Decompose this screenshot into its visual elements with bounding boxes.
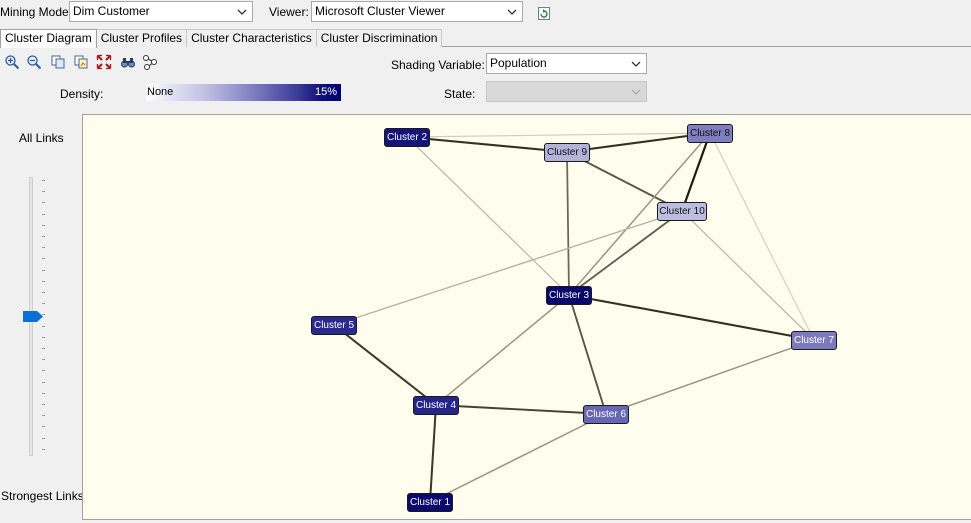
cluster-link-c3-c6[interactable] xyxy=(568,294,607,415)
cluster-link-c8-c10[interactable] xyxy=(680,132,712,212)
find-node-icon[interactable] xyxy=(120,54,136,70)
slider-tick xyxy=(42,303,45,305)
cluster-links xyxy=(333,131,815,503)
density-legend-bar: None 15% xyxy=(146,84,341,101)
slider-tick xyxy=(42,180,45,181)
slider-tick xyxy=(42,348,45,349)
density-label: Density: xyxy=(60,87,104,101)
slider-tick xyxy=(42,280,45,282)
mining-model-value: Dim Customer xyxy=(73,4,150,18)
state-select[interactable] xyxy=(486,81,647,102)
cluster-node-c2[interactable]: Cluster 2 xyxy=(384,128,430,147)
cluster-link-c3-c4[interactable] xyxy=(435,294,570,406)
cluster-node-c4[interactable]: Cluster 4 xyxy=(413,396,459,415)
zoom-out-icon[interactable] xyxy=(26,54,42,70)
viewer-label: Viewer: xyxy=(269,5,309,19)
zoom-in-icon[interactable] xyxy=(4,54,20,70)
slider-tick xyxy=(42,258,45,260)
slider-tick xyxy=(42,236,45,237)
cluster-link-c10-c3[interactable] xyxy=(568,210,683,296)
cluster-node-c3[interactable]: Cluster 3 xyxy=(546,286,592,305)
slider-tick xyxy=(42,404,45,405)
slider-tick xyxy=(42,202,45,204)
cluster-node-c9[interactable]: Cluster 9 xyxy=(544,143,590,162)
density-min-label: None xyxy=(147,86,174,98)
tab-cluster-discrimination[interactable]: Cluster Discrimination xyxy=(315,29,443,47)
tab-cluster-diagram[interactable]: Cluster Diagram xyxy=(0,29,97,48)
slider-tick xyxy=(42,359,45,361)
shading-variable-value: Population xyxy=(490,56,547,70)
mining-model-select[interactable]: Dim Customer xyxy=(69,1,253,22)
cluster-link-c4-c6[interactable] xyxy=(435,404,607,415)
cluster-node-c6[interactable]: Cluster 6 xyxy=(583,405,629,424)
slider-tick xyxy=(42,224,45,226)
chevron-down-icon xyxy=(506,2,518,21)
shading-variable-select[interactable]: Population xyxy=(486,53,647,74)
cluster-link-c6-c1[interactable] xyxy=(429,413,607,503)
chevron-down-icon xyxy=(630,54,642,73)
slider-tick xyxy=(42,213,45,215)
viewer-value: Microsoft Cluster Viewer xyxy=(315,4,445,18)
fit-to-window-icon[interactable] xyxy=(96,54,112,70)
chevron-down-icon xyxy=(236,2,248,21)
cluster-link-c10-c7[interactable] xyxy=(681,210,815,341)
layout-icon[interactable] xyxy=(142,54,158,70)
copy-icon[interactable] xyxy=(50,54,66,70)
viewer-select[interactable]: Microsoft Cluster Viewer xyxy=(311,1,523,22)
cluster-node-c8[interactable]: Cluster 8 xyxy=(687,124,733,143)
refresh-icon[interactable] xyxy=(536,5,552,21)
cluster-link-c6-c7[interactable] xyxy=(605,339,815,415)
slider-tick xyxy=(42,314,45,316)
copy-graph-icon[interactable] xyxy=(73,54,89,70)
cluster-link-c4-c1[interactable] xyxy=(428,404,438,503)
cluster-link-c10-c5[interactable] xyxy=(333,210,683,326)
slider-tick xyxy=(42,426,45,428)
slider-tick xyxy=(42,336,45,338)
chevron-down-icon xyxy=(630,82,642,101)
slider-tick xyxy=(42,448,45,450)
cluster-diagram-canvas[interactable]: Cluster 2 Cluster 9 Cluster 8 Cluster 10 Clu… xyxy=(82,114,971,520)
slider-tick xyxy=(42,437,45,439)
cluster-link-c5-c4[interactable] xyxy=(333,324,437,406)
slider-tick xyxy=(42,191,45,193)
cluster-link-c9-c3[interactable] xyxy=(566,151,570,296)
density-max-label: 15% xyxy=(314,86,337,98)
cluster-link-c2-c8[interactable] xyxy=(406,132,711,138)
cluster-node-c7[interactable]: Cluster 7 xyxy=(791,331,837,350)
state-label: State: xyxy=(444,87,476,101)
slider-tick xyxy=(42,269,45,271)
slider-tick xyxy=(42,392,45,394)
slider-top-label: All Links xyxy=(19,131,64,145)
slider-tick xyxy=(42,247,45,249)
tab-cluster-profiles[interactable]: Cluster Profiles xyxy=(95,29,188,47)
slider-bottom-label: Strongest Links xyxy=(1,489,84,503)
slider-tick xyxy=(42,292,45,293)
shading-variable-label: Shading Variable: xyxy=(391,58,485,72)
viewer-tabs: Cluster Diagram Cluster Profiles Cluster… xyxy=(0,29,443,48)
cluster-link-c2-c9[interactable] xyxy=(406,135,568,154)
slider-tick xyxy=(42,415,45,417)
cluster-node-c1[interactable]: Cluster 1 xyxy=(407,493,453,512)
cluster-link-c8-c7[interactable] xyxy=(709,132,815,341)
mining-model-label: Mining Model: xyxy=(0,5,75,19)
slider-tick xyxy=(42,370,45,372)
cluster-node-c10[interactable]: Cluster 10 xyxy=(657,202,707,221)
slider-tick xyxy=(42,381,45,383)
link-strength-slider-thumb[interactable] xyxy=(23,311,43,322)
cluster-link-c3-c7[interactable] xyxy=(568,293,815,342)
tab-cluster-characteristics[interactable]: Cluster Characteristics xyxy=(186,29,317,47)
cluster-node-c5[interactable]: Cluster 5 xyxy=(311,316,357,335)
slider-tick xyxy=(42,325,45,327)
